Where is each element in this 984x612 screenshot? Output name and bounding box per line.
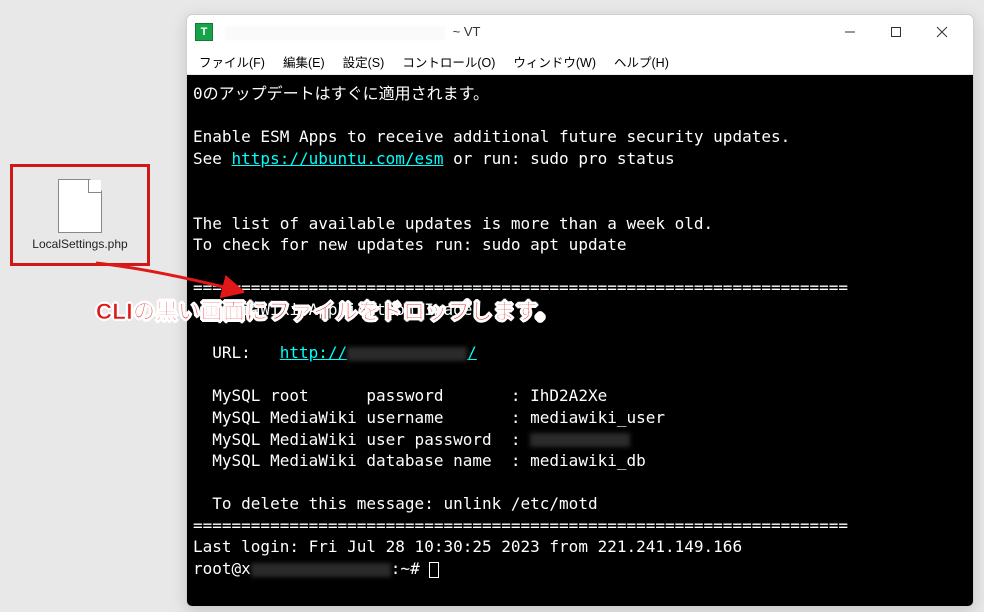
menu-control[interactable]: コントロール(O) [394, 49, 503, 74]
password-redacted [530, 433, 630, 447]
menu-setup[interactable]: 設定(S) [335, 49, 393, 74]
url-redacted [347, 347, 467, 361]
terminal-window: T ~ VT ファイル(F) 編集(E) 設定(S) コントロール(O) ウィン… [186, 14, 974, 607]
hostname-redacted [251, 563, 391, 577]
term-line: 0のアップデートはすぐに適用されます。 [193, 84, 489, 103]
maximize-button[interactable] [873, 15, 919, 49]
menu-window[interactable]: ウィンドウ(W) [505, 49, 604, 74]
term-line: To delete this message: unlink /etc/motd [193, 494, 598, 513]
title-redacted [225, 26, 445, 40]
titlebar[interactable]: T ~ VT [187, 15, 973, 49]
menu-help[interactable]: ヘルプ(H) [606, 49, 677, 74]
term-line: See https://ubuntu.com/esm or run: sudo … [193, 149, 675, 168]
window-title: ~ VT [221, 24, 480, 40]
app-icon: T [195, 23, 213, 41]
url-link[interactable]: http:/// [280, 343, 477, 362]
minimize-button[interactable] [827, 15, 873, 49]
term-line: MediaWiki Application Image [193, 300, 472, 319]
term-line: MySQL MediaWiki username : mediawiki_use… [193, 408, 665, 427]
term-line: MySQL root password : IhD2A2Xe [193, 386, 607, 405]
term-line: MySQL MediaWiki database name : mediawik… [193, 451, 646, 470]
menubar: ファイル(F) 編集(E) 設定(S) コントロール(O) ウィンドウ(W) ヘ… [187, 49, 973, 75]
term-prompt: root@x:~# [193, 559, 439, 578]
terminal-body[interactable]: 0のアップデートはすぐに適用されます。 Enable ESM Apps to r… [187, 75, 973, 606]
close-icon [936, 26, 948, 38]
term-line: The list of available updates is more th… [193, 214, 713, 233]
menu-file[interactable]: ファイル(F) [191, 49, 273, 74]
term-divider: ========================================… [193, 278, 848, 297]
file-name-label: LocalSettings.php [32, 237, 127, 251]
esm-link[interactable]: https://ubuntu.com/esm [232, 149, 444, 168]
term-line: MySQL MediaWiki user password : [193, 430, 630, 449]
term-line: Enable ESM Apps to receive additional fu… [193, 127, 790, 146]
minimize-icon [844, 26, 856, 38]
cursor-icon [429, 562, 439, 578]
desktop-file[interactable]: LocalSettings.php [10, 164, 150, 266]
menu-edit[interactable]: 編集(E) [275, 49, 333, 74]
term-line: Last login: Fri Jul 28 10:30:25 2023 fro… [193, 537, 742, 556]
maximize-icon [890, 26, 902, 38]
file-icon [58, 179, 102, 233]
window-controls [827, 15, 965, 49]
term-line: URL: http:/// [193, 343, 477, 362]
term-line: To check for new updates run: sudo apt u… [193, 235, 626, 254]
close-button[interactable] [919, 15, 965, 49]
term-divider: ========================================… [193, 516, 848, 535]
window-title-suffix: ~ VT [453, 24, 481, 39]
